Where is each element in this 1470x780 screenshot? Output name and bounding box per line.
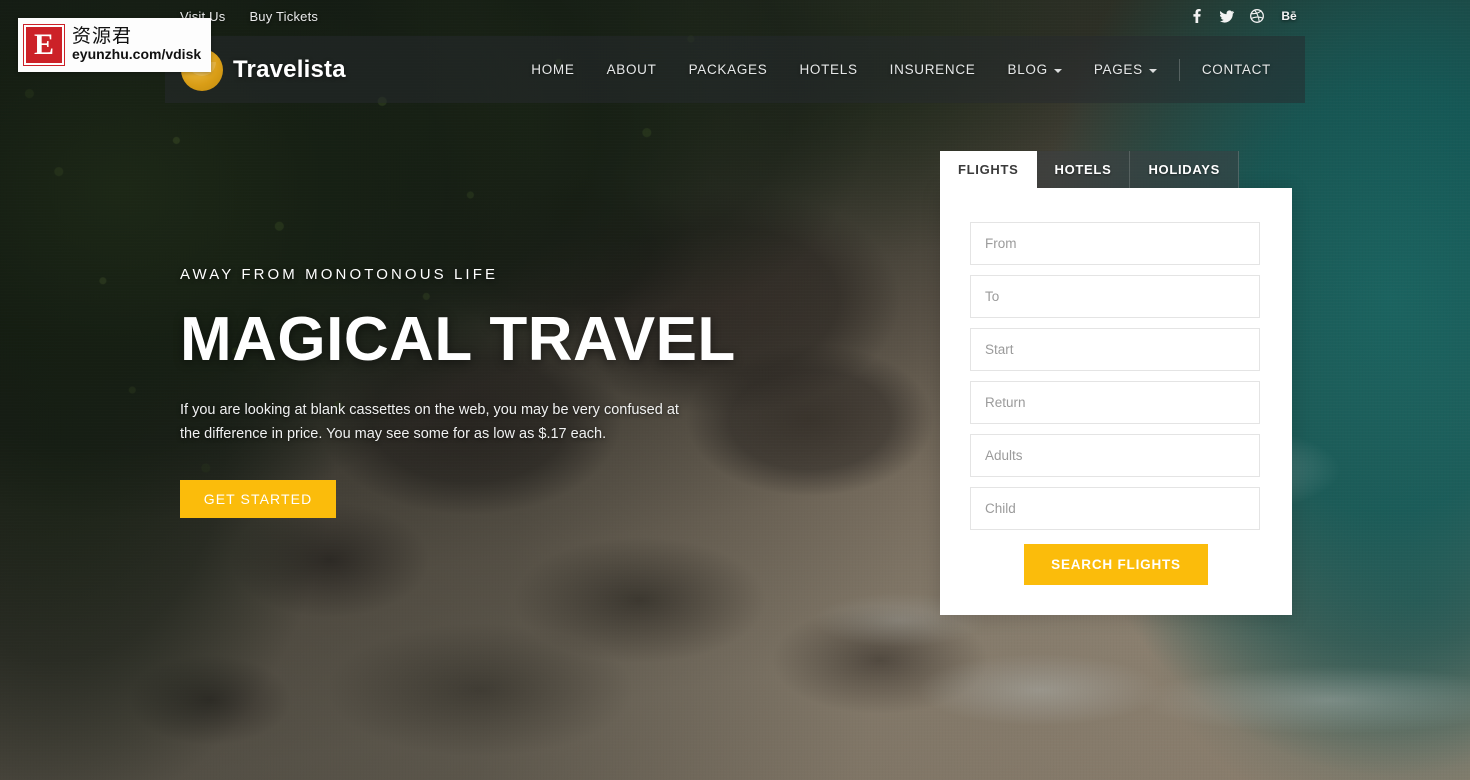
brand-name: Travelista bbox=[233, 55, 346, 83]
return-field[interactable] bbox=[970, 381, 1260, 424]
watermark-logo-icon: E bbox=[23, 24, 65, 66]
adults-field[interactable] bbox=[970, 434, 1260, 477]
hero-eyebrow: AWAY FROM MONOTONOUS LIFE bbox=[180, 266, 499, 283]
from-field[interactable] bbox=[970, 222, 1260, 265]
social-links: Bē bbox=[1190, 8, 1298, 24]
booking-widget: FLIGHTS HOTELS HOLIDAYS SEARCH FLIGHTS bbox=[940, 151, 1292, 615]
to-field[interactable] bbox=[970, 275, 1260, 318]
nav-item-label: PAGES bbox=[1093, 62, 1143, 77]
hero-content: AWAY FROM MONOTONOUS LIFE MAGICAL TRAVEL… bbox=[180, 266, 800, 519]
tab-holidays[interactable]: HOLIDAYS bbox=[1130, 151, 1240, 188]
behance-icon[interactable]: Bē bbox=[1280, 8, 1298, 24]
nav-item-pages[interactable]: PAGES bbox=[1078, 52, 1173, 87]
nav-item-label: BLOG bbox=[1007, 62, 1048, 77]
start-field[interactable] bbox=[970, 328, 1260, 371]
top-utility-bar: Visit Us Buy Tickets Bē bbox=[0, 0, 1470, 34]
search-flights-button[interactable]: SEARCH FLIGHTS bbox=[1024, 544, 1208, 585]
nav-item-label: HOTELS bbox=[799, 62, 858, 77]
nav-item-about[interactable]: ABOUT bbox=[591, 52, 673, 87]
nav-item-label: INSURENCE bbox=[889, 62, 976, 77]
nav-item-insurence[interactable]: INSURENCE bbox=[874, 52, 992, 87]
main-navigation-bar: Travelista HOME ABOUT PACKAGES HOTELS IN… bbox=[165, 36, 1305, 103]
watermark-chinese-text: 资源君 bbox=[72, 25, 133, 48]
facebook-icon[interactable] bbox=[1190, 8, 1204, 24]
dribbble-icon[interactable] bbox=[1250, 8, 1264, 24]
nav-menu: HOME ABOUT PACKAGES HOTELS INSURENCE BLO… bbox=[515, 52, 1287, 87]
chevron-down-icon bbox=[1053, 68, 1062, 73]
nav-item-label: PACKAGES bbox=[688, 62, 768, 77]
nav-item-blog[interactable]: BLOG bbox=[991, 52, 1077, 87]
nav-item-label: CONTACT bbox=[1201, 62, 1271, 77]
hero-paragraph: If you are looking at blank cassettes on… bbox=[180, 402, 679, 442]
twitter-icon[interactable] bbox=[1220, 8, 1234, 24]
nav-item-home[interactable]: HOME bbox=[515, 52, 590, 87]
nav-item-hotels[interactable]: HOTELS bbox=[783, 52, 873, 87]
watermark-text: 资源君 eyunzhu.com/vdisk bbox=[72, 25, 202, 63]
get-started-button[interactable]: GET STARTED bbox=[180, 480, 336, 519]
tab-hotels[interactable]: HOTELS bbox=[1036, 151, 1131, 188]
nav-item-label: ABOUT bbox=[606, 62, 657, 77]
child-field[interactable] bbox=[970, 487, 1260, 530]
nav-divider bbox=[1178, 58, 1180, 81]
booking-form-panel: SEARCH FLIGHTS bbox=[940, 188, 1292, 615]
watermark-logo-letter: E bbox=[33, 28, 54, 61]
topbar-link-buy-tickets[interactable]: Buy Tickets bbox=[249, 9, 318, 24]
tab-flights[interactable]: FLIGHTS bbox=[940, 151, 1037, 188]
chevron-down-icon bbox=[1148, 68, 1157, 73]
nav-item-packages[interactable]: PACKAGES bbox=[673, 52, 784, 87]
nav-item-label: HOME bbox=[531, 62, 575, 77]
nav-item-contact[interactable]: CONTACT bbox=[1186, 52, 1287, 87]
watermark-overlay: E 资源君 eyunzhu.com/vdisk bbox=[18, 18, 211, 72]
watermark-url-text: eyunzhu.com/vdisk bbox=[72, 46, 202, 63]
booking-tabs: FLIGHTS HOTELS HOLIDAYS bbox=[940, 151, 1292, 188]
hero-headline: MAGICAL TRAVEL bbox=[180, 305, 736, 374]
